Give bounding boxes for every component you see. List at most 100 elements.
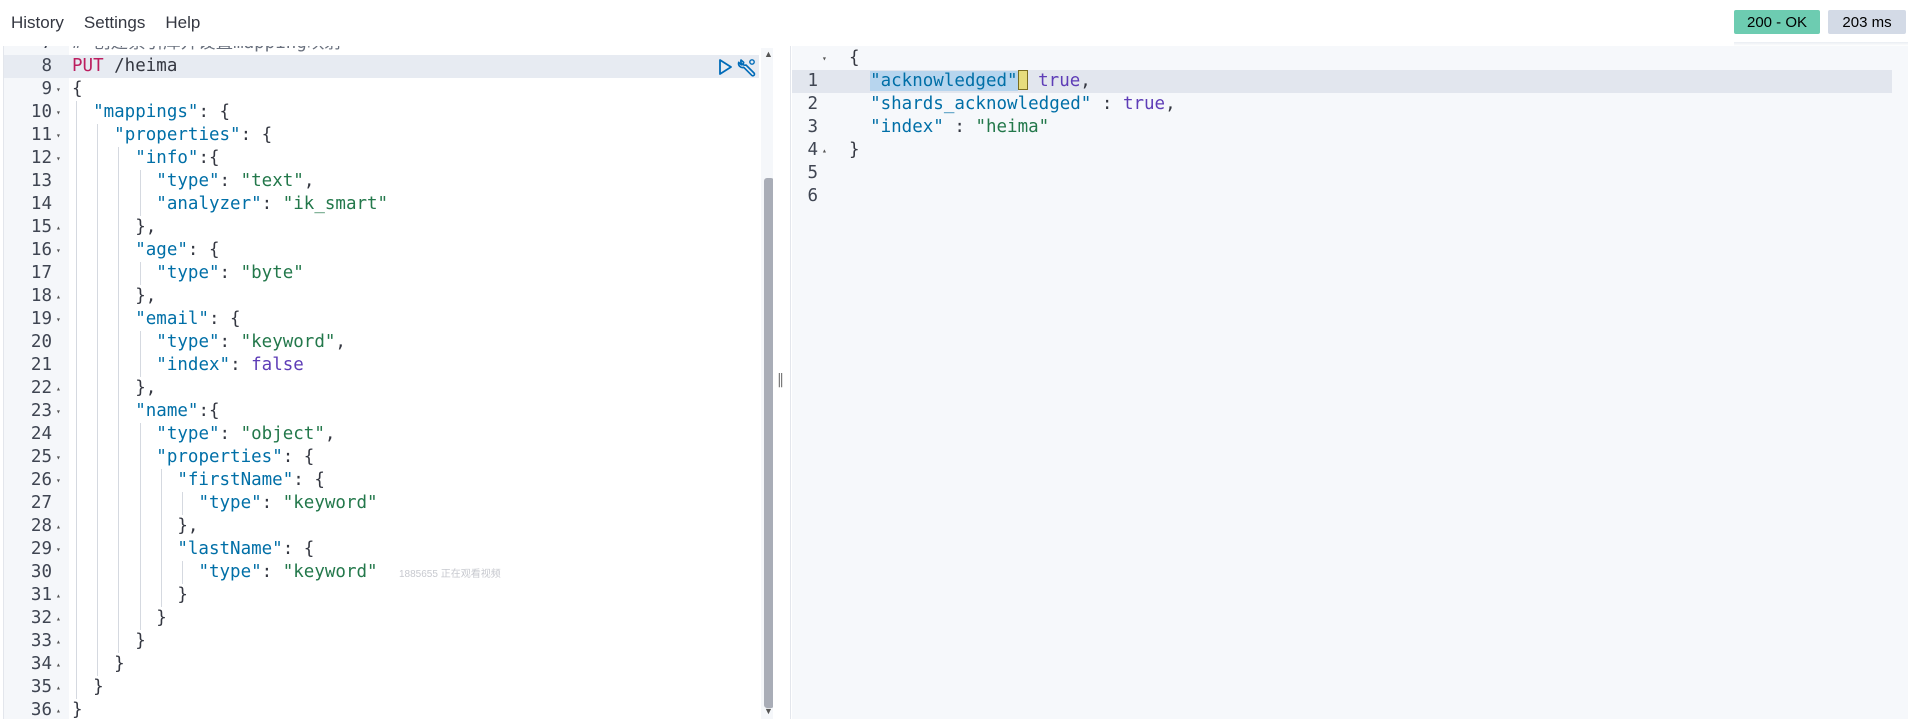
code-token: "mappings": [93, 102, 199, 122]
code-token: :{: [198, 401, 220, 421]
request-line[interactable]: 34 ▴ }: [4, 653, 764, 676]
menu-help[interactable]: Help: [155, 0, 210, 46]
request-line[interactable]: 23 ▾ "name":{: [4, 400, 764, 423]
request-line[interactable]: 31 ▴ }: [4, 584, 764, 607]
indent-guide: [76, 354, 77, 377]
fold-toggle-icon[interactable]: ▾: [56, 147, 66, 170]
fold-toggle-icon[interactable]: ▾: [56, 308, 66, 331]
fold-toggle-icon[interactable]: ▴: [822, 139, 827, 162]
indent-guide: [76, 101, 77, 124]
wrench-icon[interactable]: [736, 56, 758, 78]
indent-guide: [97, 285, 99, 308]
request-line[interactable]: 12 ▾ "info":{: [4, 147, 764, 170]
request-line[interactable]: 33 ▴ }: [4, 630, 764, 653]
fold-toggle-icon[interactable]: ▴: [56, 584, 66, 607]
line-number: 24: [30, 424, 52, 444]
request-line[interactable]: 32 ▴ }: [4, 607, 764, 630]
request-line[interactable]: 25 ▾ "properties": {: [4, 446, 764, 469]
drag-handle-icon[interactable]: ‖: [777, 372, 784, 388]
fold-toggle-icon[interactable]: ▴: [56, 653, 66, 676]
menu-history[interactable]: History: [0, 0, 74, 46]
indent-guide: [160, 561, 162, 584]
code-text: "type": "text",: [72, 170, 314, 193]
request-line[interactable]: 11 ▾ "properties": {: [4, 124, 764, 147]
fold-toggle-icon[interactable]: ▴: [56, 216, 66, 239]
menu-settings[interactable]: Settings: [74, 0, 155, 46]
request-line[interactable]: 14 "analyzer": "ik_smart": [4, 193, 764, 216]
code-text: PUT /heima: [72, 55, 177, 78]
code-token: "keyword": [282, 493, 378, 513]
request-line[interactable]: 16 ▾ "age": {: [4, 239, 764, 262]
code-token: "type": [156, 332, 220, 352]
request-editor[interactable]: 7# 创建索引库并设置mapping映射8PUT /heima9▾{10▾ "m…: [3, 46, 773, 719]
request-line[interactable]: 26 ▾ "firstName": {: [4, 469, 764, 492]
json-value: "heima": [975, 117, 1050, 137]
fold-toggle-icon[interactable]: ▴: [56, 377, 66, 400]
request-line[interactable]: 22 ▴ },: [4, 377, 764, 400]
indent-guide: [97, 331, 99, 354]
indent-guide: [97, 469, 99, 492]
code-text: "type": "object",: [72, 423, 335, 446]
fold-toggle-icon[interactable]: ▾: [56, 101, 66, 124]
fold-toggle-icon[interactable]: ▴: [56, 607, 66, 630]
fold-toggle-icon[interactable]: ▾: [822, 47, 827, 70]
fold-toggle-icon[interactable]: ▾: [56, 446, 66, 469]
watermark: 1885655 正在观看视频: [399, 569, 501, 580]
request-scrollbar-thumb[interactable]: [764, 178, 773, 708]
line-number: 26: [30, 470, 52, 490]
fold-toggle-icon[interactable]: ▾: [56, 239, 66, 262]
request-line[interactable]: 18 ▴ },: [4, 285, 764, 308]
fold-toggle-icon[interactable]: ▴: [56, 285, 66, 308]
code-text: {: [72, 78, 83, 101]
response-line-3: 3 "shards_acknowledged" : true,: [792, 93, 1892, 137]
fold-toggle-icon[interactable]: ▴: [56, 515, 66, 538]
fold-toggle-icon[interactable]: ▾: [56, 124, 66, 147]
code-text: }: [72, 653, 125, 676]
fold-toggle-icon[interactable]: ▾: [56, 78, 66, 101]
json-key-selected: "acknowledged": [870, 71, 1018, 91]
request-line[interactable]: 30 "type": "keyword": [4, 561, 764, 584]
fold-toggle-icon[interactable]: ▴: [56, 676, 66, 699]
response-viewer[interactable]: 1 ▾ { 2 "acknowledged" true, 3 "shards_a…: [792, 46, 1908, 719]
code-token: "index": [156, 355, 231, 375]
indent-guide: [76, 469, 77, 492]
request-line[interactable]: 10 ▾ "mappings": {: [4, 101, 764, 124]
scroll-up-icon[interactable]: ▲: [764, 49, 773, 59]
request-line[interactable]: 15 ▴ },: [4, 216, 764, 239]
fold-toggle-icon[interactable]: ▾: [56, 400, 66, 423]
request-line[interactable]: 28 ▴ },: [4, 515, 764, 538]
request-line[interactable]: 29 ▾ "lastName": {: [4, 538, 764, 561]
request-line[interactable]: 24 "type": "object",: [4, 423, 764, 446]
play-icon[interactable]: [716, 58, 734, 76]
request-line[interactable]: 19 ▾ "email": {: [4, 308, 764, 331]
request-line[interactable]: 27 "type": "keyword": [4, 492, 764, 515]
request-line[interactable]: 7 # 创建索引库并设置mapping映射: [4, 46, 764, 55]
request-line[interactable]: 21 "index": false: [4, 354, 764, 377]
line-number: 7: [4, 46, 52, 55]
fold-toggle-icon[interactable]: ▴: [56, 630, 66, 653]
code-token: :: [261, 562, 283, 582]
request-line[interactable]: 35 ▴ }: [4, 676, 764, 699]
code-token: }: [72, 608, 167, 628]
scroll-down-icon[interactable]: ▼: [764, 706, 773, 716]
code-text: "name":{: [72, 400, 220, 423]
code-text: "type": "keyword",: [72, 331, 346, 354]
code-text: },: [72, 285, 156, 308]
code-token: # 创建索引库并设置mapping映射: [72, 46, 342, 53]
fold-toggle-icon[interactable]: ▾: [56, 538, 66, 561]
request-line[interactable]: 8 PUT /heima: [4, 55, 764, 78]
indent-guide: [76, 285, 77, 308]
request-line[interactable]: 20 "type": "keyword",: [4, 331, 764, 354]
code-token: "keyword": [240, 332, 336, 352]
fold-toggle-icon[interactable]: ▾: [56, 469, 66, 492]
indent-guide: [139, 607, 141, 630]
request-line[interactable]: 17 "type": "byte": [4, 262, 764, 285]
code-token: : {: [293, 470, 325, 490]
request-line[interactable]: 9 ▾ {: [4, 78, 764, 101]
request-line[interactable]: 36 ▴}: [4, 699, 764, 719]
request-line[interactable]: 13 "type": "text",: [4, 170, 764, 193]
fold-toggle-icon[interactable]: ▴: [56, 699, 66, 719]
request-code-area[interactable]: 7# 创建索引库并设置mapping映射8PUT /heima9▾{10▾ "m…: [4, 46, 773, 719]
